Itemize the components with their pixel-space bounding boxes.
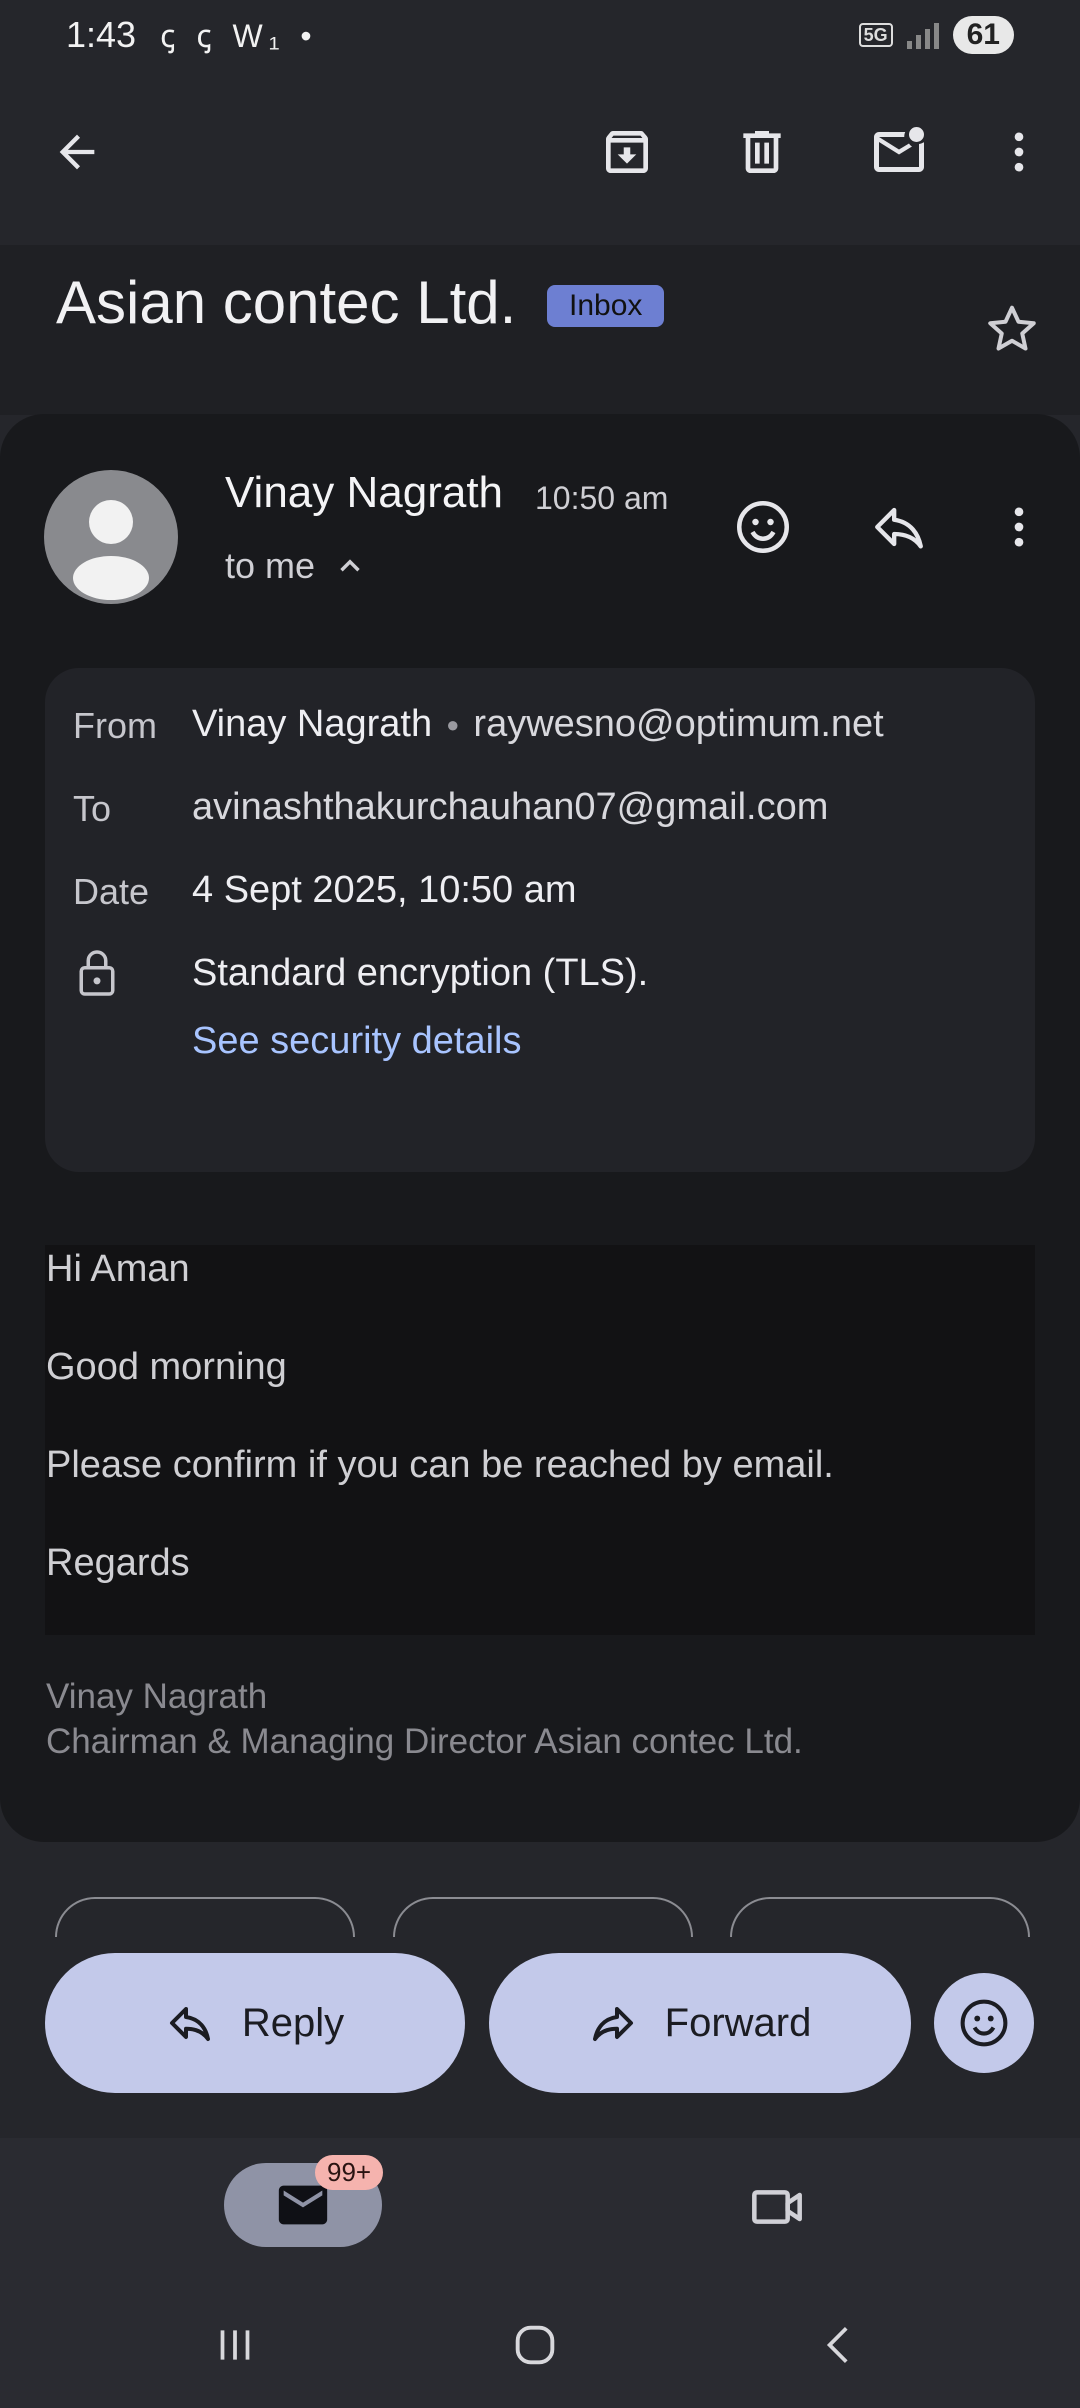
reply-icon-button[interactable] [862,490,936,564]
forward-label: Forward [664,2000,812,2045]
status-notification-icons: ꞔ ꞔ W₁ • [160,18,318,54]
archive-button[interactable] [590,115,664,189]
date-value: 4 Sept 2025, 10:50 am [192,869,577,911]
archive-icon [606,131,648,173]
date-label: Date [73,871,150,912]
separator-dot: ● [446,711,460,737]
recipient-toggle[interactable]: to me [225,545,367,587]
message-more-button[interactable] [982,490,1056,564]
encryption-text: Standard encryption (TLS). [192,952,649,994]
home-icon [515,2325,555,2365]
signature-name: Vinay Nagrath [46,1677,268,1716]
to-value[interactable]: avinashthakurchauhan07@gmail.com [192,786,828,829]
status-time: 1:43 [66,14,137,55]
body-line: Please confirm if you can be reached by … [46,1444,834,1486]
smart-reply-chip[interactable] [55,1897,355,1937]
delete-button[interactable] [725,115,799,189]
inbox-label[interactable]: Inbox [547,285,665,327]
message-body [45,1245,1035,1635]
forward-icon [592,2007,633,2041]
more-vert-icon [1014,507,1024,547]
body-line: Hi Aman [46,1248,190,1290]
from-row: Vinay Nagrath ● raywesno@optimum.net [192,703,884,746]
smart-reply-chip[interactable] [393,1897,693,1937]
react-emoji-button[interactable] [934,1973,1034,2073]
tab-meet[interactable] [740,2170,814,2244]
chevron-up-icon [340,559,360,572]
forward-button[interactable]: Forward [489,1953,911,2093]
from-name: Vinay Nagrath [192,703,433,745]
signature-title: Chairman & Managing Director Asian conte… [46,1722,803,1761]
add-reaction-button[interactable] [726,490,800,564]
chevron-left-icon [826,2327,848,2363]
body-line: Good morning [46,1346,287,1388]
recent-apps-icon [220,2330,250,2360]
star-outline-icon [988,305,1036,351]
reply-icon [875,507,923,549]
reply-button[interactable]: Reply [45,1953,465,2093]
sender-name[interactable]: Vinay Nagrath [225,468,503,518]
mail-unread-icon [874,127,924,172]
network-type: 5G [858,23,893,47]
battery-level: 61 [952,16,1014,54]
sent-time: 10:50 am [535,480,669,516]
reply-icon [169,2007,210,2041]
video-camera-icon [752,2190,802,2224]
back-button[interactable] [40,115,114,189]
to-me-label: to me [225,545,316,586]
more-options-button[interactable] [982,115,1056,189]
smiley-icon [960,1999,1008,2047]
trash-icon [743,131,781,173]
from-label: From [73,705,157,746]
recent-apps-button[interactable] [205,2310,265,2380]
smiley-icon [737,501,789,553]
mail-unread-badge: 99+ [315,2155,384,2190]
system-back-button[interactable] [810,2310,870,2380]
security-details-link[interactable]: See security details [192,1020,522,1063]
to-label: To [73,788,112,829]
from-email[interactable]: raywesno@optimum.net [473,703,883,746]
arrow-back-icon [59,134,95,170]
signal-icon [906,21,939,49]
more-vert-icon [1014,132,1024,172]
lock-icon [76,948,118,1003]
star-button[interactable] [975,292,1049,366]
avatar[interactable] [44,470,178,604]
person-icon [73,500,149,600]
mark-unread-button[interactable] [862,115,936,189]
home-button[interactable] [505,2310,565,2380]
status-right-group: 5G 61 [858,16,1014,54]
reply-label: Reply [241,2000,345,2045]
smart-reply-chip[interactable] [730,1897,1030,1937]
body-line: Regards [46,1542,190,1584]
email-subject: Asian contec Ltd. [56,269,517,336]
